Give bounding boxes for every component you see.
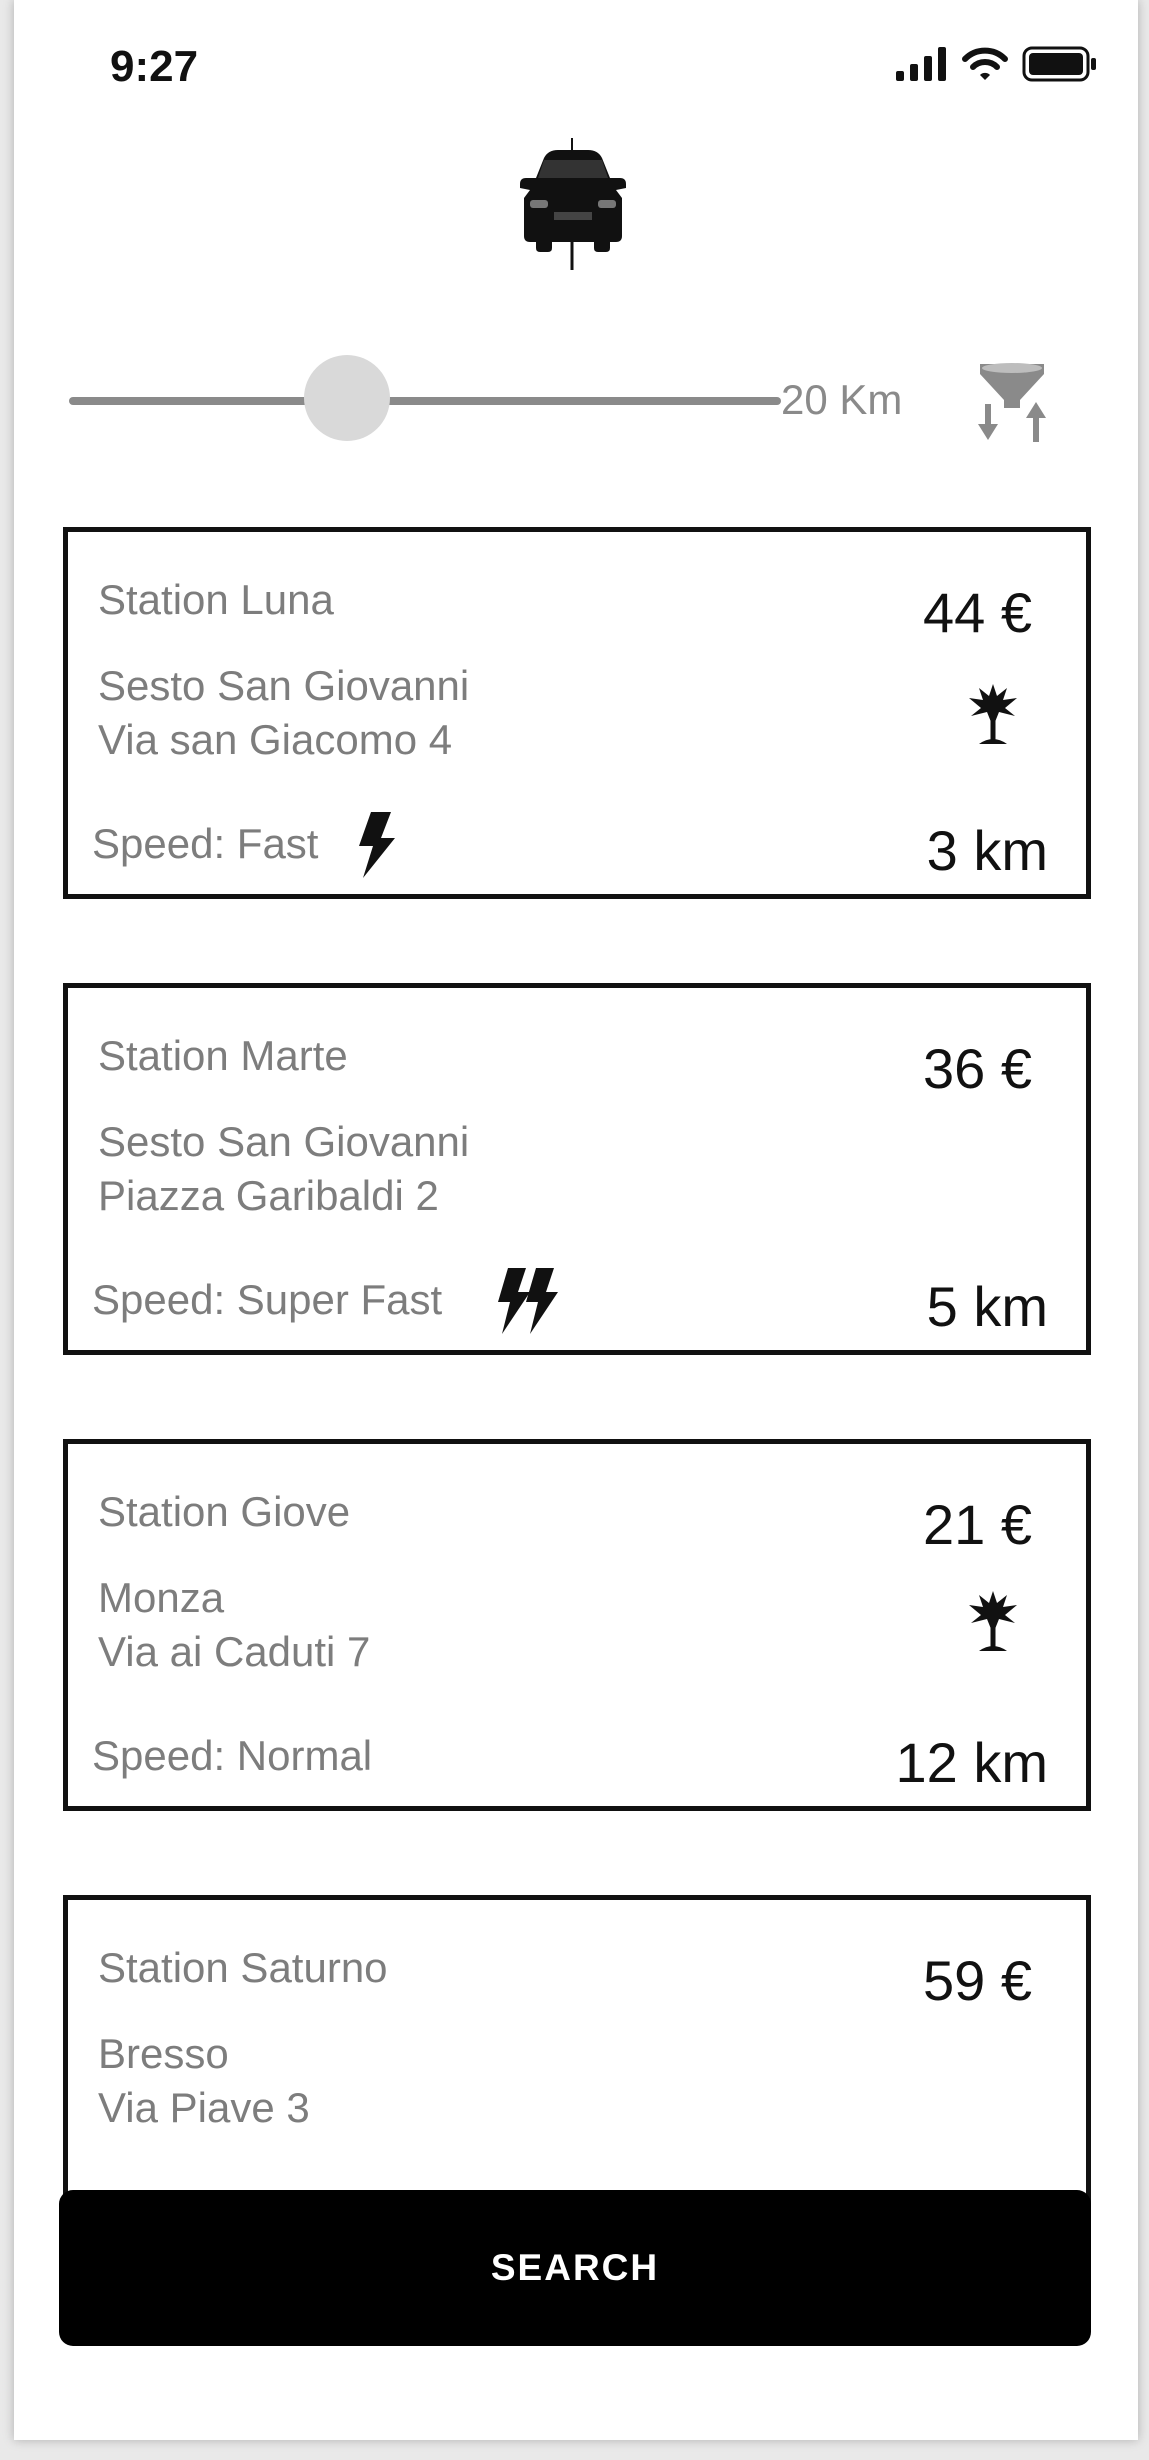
filter-sort-icon[interactable] xyxy=(974,360,1054,444)
phone-screen: 9:27 20 Km Station Luna Sesto San Giovan… xyxy=(14,0,1138,2440)
station-speed: Speed: Normal xyxy=(92,1732,373,1779)
eco-tree-icon xyxy=(969,684,1017,744)
station-distance: 3 km xyxy=(926,819,1048,882)
station-city: Bresso xyxy=(98,2030,229,2077)
battery-icon xyxy=(1022,46,1096,82)
station-street: Piazza Garibaldi 2 xyxy=(98,1172,439,1219)
station-city: Sesto San Giovanni xyxy=(98,1118,470,1165)
double-bolt-icon xyxy=(498,1268,558,1334)
station-street: Via Piave 3 xyxy=(98,2084,310,2131)
station-price: 44 € xyxy=(923,581,1032,644)
station-name: Station Giove xyxy=(98,1488,351,1535)
station-street: Via ai Caduti 7 xyxy=(98,1628,371,1675)
station-distance: 12 km xyxy=(895,1731,1049,1794)
signal-bars-icon xyxy=(896,47,946,81)
search-button[interactable]: SEARCH xyxy=(59,2190,1091,2346)
slider-track[interactable] xyxy=(69,397,781,405)
wifi-icon xyxy=(962,47,1008,80)
station-name: Station Marte xyxy=(98,1032,348,1079)
status-icons xyxy=(896,46,1098,82)
station-street: Via san Giacomo 4 xyxy=(98,716,453,763)
distance-value-label: 20 Km xyxy=(781,376,903,423)
station-city: Monza xyxy=(98,1574,225,1621)
station-card[interactable]: Station Luna Sesto San Giovanni Via san … xyxy=(63,527,1091,899)
station-speed: Speed: Super Fast xyxy=(92,1276,443,1323)
station-speed: Speed: Fast xyxy=(92,820,319,867)
station-price: 21 € xyxy=(923,1493,1032,1556)
station-city: Sesto San Giovanni xyxy=(98,662,470,709)
eco-tree-icon xyxy=(969,1591,1017,1651)
station-price: 59 € xyxy=(923,1949,1032,2012)
station-price: 36 € xyxy=(923,1037,1032,1100)
station-card[interactable]: Station Marte Sesto San Giovanni Piazza … xyxy=(63,983,1091,1355)
station-distance: 5 km xyxy=(926,1275,1048,1338)
station-card[interactable]: Station Giove Monza Via ai Caduti 7 Spee… xyxy=(63,1439,1091,1811)
station-card[interactable]: Station Saturno Bresso Via Piave 3 59 € xyxy=(63,1895,1091,2230)
bolt-icon xyxy=(359,812,395,878)
distance-slider[interactable] xyxy=(69,355,781,449)
station-name: Station Luna xyxy=(98,576,334,623)
status-time: 9:27 xyxy=(110,42,199,91)
slider-thumb[interactable] xyxy=(303,355,390,441)
station-name: Station Saturno xyxy=(98,1944,388,1991)
car-charging-icon xyxy=(520,138,626,270)
